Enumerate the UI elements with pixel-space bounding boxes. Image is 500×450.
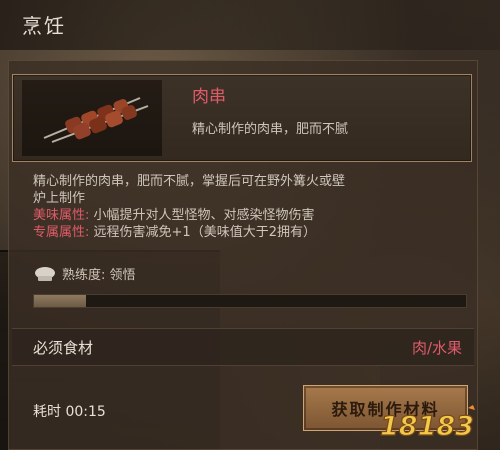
attribute-value: 远程伤害减免+1（美味值大于2拥有） (93, 225, 316, 240)
description-line: 精心制作的肉串，肥而不腻，掌握后可在野外篝火或壁 (33, 174, 346, 189)
attribute-row-flavor: 美味属性: 小幅提升对人型怪物、对感染怪物伤害 (33, 207, 315, 224)
description-line: 炉上制作 (33, 191, 86, 206)
page-title: 烹饪 (22, 14, 66, 38)
header-bar: 烹饪 (0, 0, 500, 50)
ingredients-value: 肉/水果 (411, 339, 462, 357)
svg-text:18183: 18183 (380, 411, 474, 442)
proficiency-progress-fill (34, 295, 86, 307)
proficiency-text: 熟练度: 领悟 (62, 268, 136, 283)
meat-skewer-icon (43, 97, 149, 143)
chef-hat-icon (33, 266, 57, 282)
attribute-row-exclusive: 专属属性: 远程伤害减免+1（美味值大于2拥有） (33, 224, 316, 241)
proficiency-progress-bar (33, 294, 467, 308)
attribute-label: 专属属性: (33, 225, 90, 240)
site-watermark-logo: 18183 (376, 404, 494, 444)
attribute-label: 美味属性: (33, 208, 90, 223)
item-description: 精心制作的肉串，肥而不腻，掌握后可在野外篝火或壁 炉上制作 (33, 173, 473, 207)
ingredients-label: 必须食材 (33, 339, 94, 357)
attribute-value: 小幅提升对人型怪物、对感染怪物伤害 (93, 208, 315, 223)
item-name: 肉串 (192, 87, 226, 107)
item-short-description: 精心制作的肉串，肥而不腻 (192, 122, 349, 137)
cook-time: 耗时 00:15 (33, 404, 106, 420)
item-thumbnail (22, 80, 162, 156)
